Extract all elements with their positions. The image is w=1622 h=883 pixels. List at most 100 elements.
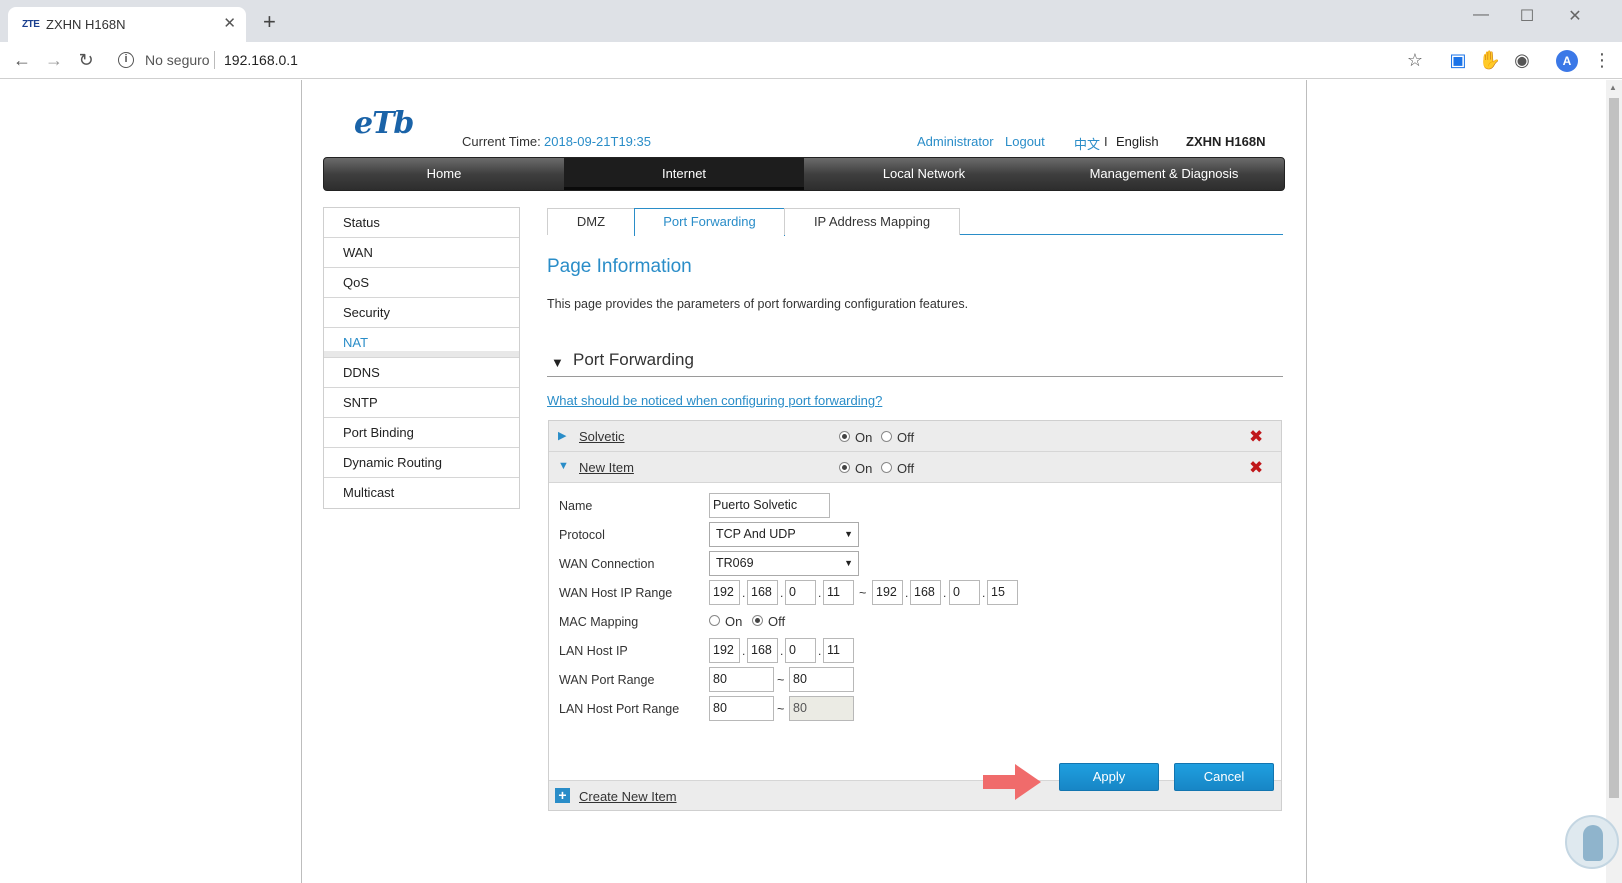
sidebar-item-qos[interactable]: QoS: [324, 268, 519, 298]
lan-port-end-input: 80: [789, 696, 854, 721]
sub-tabs: DMZ Port Forwarding IP Address Mapping: [547, 208, 1283, 236]
wan-ip-end-octet-4[interactable]: 15: [987, 580, 1018, 605]
wan-ip-start-octet-2[interactable]: 168: [747, 580, 778, 605]
wan-port-start-input[interactable]: 80: [709, 667, 774, 692]
name-label: Name: [559, 499, 593, 513]
wan-port-end-input[interactable]: 80: [789, 667, 854, 692]
collapse-triangle-icon[interactable]: ▼: [558, 460, 569, 472]
rule-name-link[interactable]: Solvetic: [579, 429, 625, 444]
nav-management-diagnosis[interactable]: Management & Diagnosis: [1044, 158, 1284, 190]
scrollbar-thumb[interactable]: [1609, 98, 1619, 798]
dropdown-caret-icon: ▼: [844, 558, 853, 568]
sidebar-item-nat[interactable]: NAT: [324, 328, 519, 358]
lan-port-start-input[interactable]: 80: [709, 696, 774, 721]
close-tab-icon[interactable]: ✕: [223, 15, 236, 33]
wan-ip-end-octet-1[interactable]: 192: [872, 580, 903, 605]
section-title: Port Forwarding: [573, 350, 694, 369]
lang-chinese-link[interactable]: 中文: [1074, 134, 1100, 153]
maximize-icon[interactable]: ☐: [1512, 6, 1542, 26]
wan-connection-select[interactable]: TR069 ▼: [709, 551, 859, 576]
mac-on-radio[interactable]: [709, 615, 720, 626]
cancel-button[interactable]: Cancel: [1174, 763, 1274, 791]
reload-icon[interactable]: ↻: [74, 49, 98, 73]
wan-ip-end-octet-2[interactable]: 168: [910, 580, 941, 605]
vpn-extension-icon[interactable]: ◉: [1510, 49, 1534, 73]
rule-on-label: On: [855, 461, 873, 476]
create-new-item-row[interactable]: + Create New Item: [549, 780, 1281, 810]
expand-triangle-icon[interactable]: ▶: [558, 429, 566, 442]
profile-avatar[interactable]: A: [1556, 50, 1578, 72]
wan-ip-start-octet-4[interactable]: 11: [823, 580, 854, 605]
lan-ip-octet-4[interactable]: 11: [823, 638, 854, 663]
page-description: This page provides the parameters of por…: [547, 297, 969, 311]
ip-dot: .: [780, 644, 784, 658]
sidebar-item-security[interactable]: Security: [324, 298, 519, 328]
browser-tab[interactable]: ZTE ZXHN H168N ✕: [8, 7, 246, 42]
rule-on-radio[interactable]: [839, 431, 850, 442]
tab-port-forwarding[interactable]: Port Forwarding: [634, 208, 785, 236]
forward-arrow-icon[interactable]: →: [42, 49, 66, 73]
close-window-icon[interactable]: ✕: [1560, 6, 1590, 26]
sidebar-item-port-binding[interactable]: Port Binding: [324, 418, 519, 448]
collapse-triangle-icon[interactable]: ▼: [551, 355, 564, 370]
more-menu-icon[interactable]: ⋮: [1590, 49, 1614, 73]
plus-icon[interactable]: +: [555, 788, 570, 803]
star-bookmark-icon[interactable]: ☆: [1403, 49, 1427, 73]
protocol-select[interactable]: TCP And UDP ▼: [709, 522, 859, 547]
new-tab-icon[interactable]: +: [263, 11, 276, 33]
logout-link[interactable]: Logout: [1005, 134, 1045, 149]
delete-icon[interactable]: ✖: [1249, 427, 1263, 447]
sidebar-item-dynamic-routing[interactable]: Dynamic Routing: [324, 448, 519, 478]
back-arrow-icon[interactable]: ←: [10, 49, 34, 73]
tab-dmz[interactable]: DMZ: [547, 208, 635, 235]
administrator-link[interactable]: Administrator: [917, 134, 994, 149]
wan-ip-start-octet-3[interactable]: 0: [785, 580, 816, 605]
rule-on-label: On: [855, 430, 873, 445]
main-navigation: Home Internet Local Network Management &…: [323, 157, 1285, 191]
nav-internet[interactable]: Internet: [564, 158, 804, 190]
watermark-figure: [1583, 825, 1603, 861]
not-secure-label[interactable]: No seguro: [145, 52, 210, 68]
cast-extension-icon[interactable]: ▣: [1446, 49, 1470, 73]
rule-off-label: Off: [897, 461, 915, 476]
sidebar-item-status[interactable]: Status: [324, 208, 519, 238]
lan-ip-octet-3[interactable]: 0: [785, 638, 816, 663]
sidebar-item-ddns[interactable]: DDNS: [324, 358, 519, 388]
wan-host-ip-range-label: WAN Host IP Range: [559, 586, 673, 600]
notice-help-link[interactable]: What should be noticed when configuring …: [547, 393, 882, 408]
minimize-icon[interactable]: —: [1466, 6, 1496, 24]
apply-button[interactable]: Apply: [1059, 763, 1159, 791]
lan-ip-octet-2[interactable]: 168: [747, 638, 778, 663]
sidebar-item-sntp[interactable]: SNTP: [324, 388, 519, 418]
rule-row-solvetic[interactable]: ▶ Solvetic On Off ✖: [549, 421, 1281, 452]
create-new-item-link[interactable]: Create New Item: [579, 789, 677, 804]
sidebar-item-wan[interactable]: WAN: [324, 238, 519, 268]
rule-name-link[interactable]: New Item: [579, 460, 634, 475]
lang-english-link[interactable]: English: [1116, 134, 1159, 149]
rule-off-label: Off: [897, 430, 915, 445]
delete-icon[interactable]: ✖: [1249, 458, 1263, 478]
wan-ip-start-octet-1[interactable]: 192: [709, 580, 740, 605]
section-header[interactable]: ▼ Port Forwarding: [547, 349, 1283, 377]
wan-ip-end-octet-3[interactable]: 0: [949, 580, 980, 605]
browser-toolbar: ← → ↻ i No seguro 192.168.0.1 ☆ ▣ ✋ ◉ A …: [0, 42, 1622, 79]
mac-off-radio[interactable]: [752, 615, 763, 626]
scrollbar[interactable]: ▲: [1606, 80, 1622, 883]
url-separator: [214, 51, 215, 69]
nav-local-network[interactable]: Local Network: [804, 158, 1044, 190]
rule-off-radio[interactable]: [881, 462, 892, 473]
rule-on-radio[interactable]: [839, 462, 850, 473]
extension-icon[interactable]: ✋: [1478, 49, 1502, 73]
rule-row-new-item[interactable]: ▼ New Item On Off ✖: [549, 452, 1281, 483]
tab-ip-address-mapping[interactable]: IP Address Mapping: [784, 208, 960, 235]
rule-off-radio[interactable]: [881, 431, 892, 442]
pointer-arrow-icon: [983, 764, 1041, 800]
scroll-up-icon[interactable]: ▲: [1609, 83, 1617, 92]
ip-dot: .: [742, 586, 746, 600]
nav-home[interactable]: Home: [324, 158, 564, 190]
address-bar[interactable]: 192.168.0.1: [224, 52, 298, 68]
info-icon[interactable]: i: [118, 52, 134, 68]
lan-ip-octet-1[interactable]: 192: [709, 638, 740, 663]
name-input[interactable]: Puerto Solvetic: [709, 493, 830, 518]
sidebar-item-multicast[interactable]: Multicast: [324, 478, 519, 508]
